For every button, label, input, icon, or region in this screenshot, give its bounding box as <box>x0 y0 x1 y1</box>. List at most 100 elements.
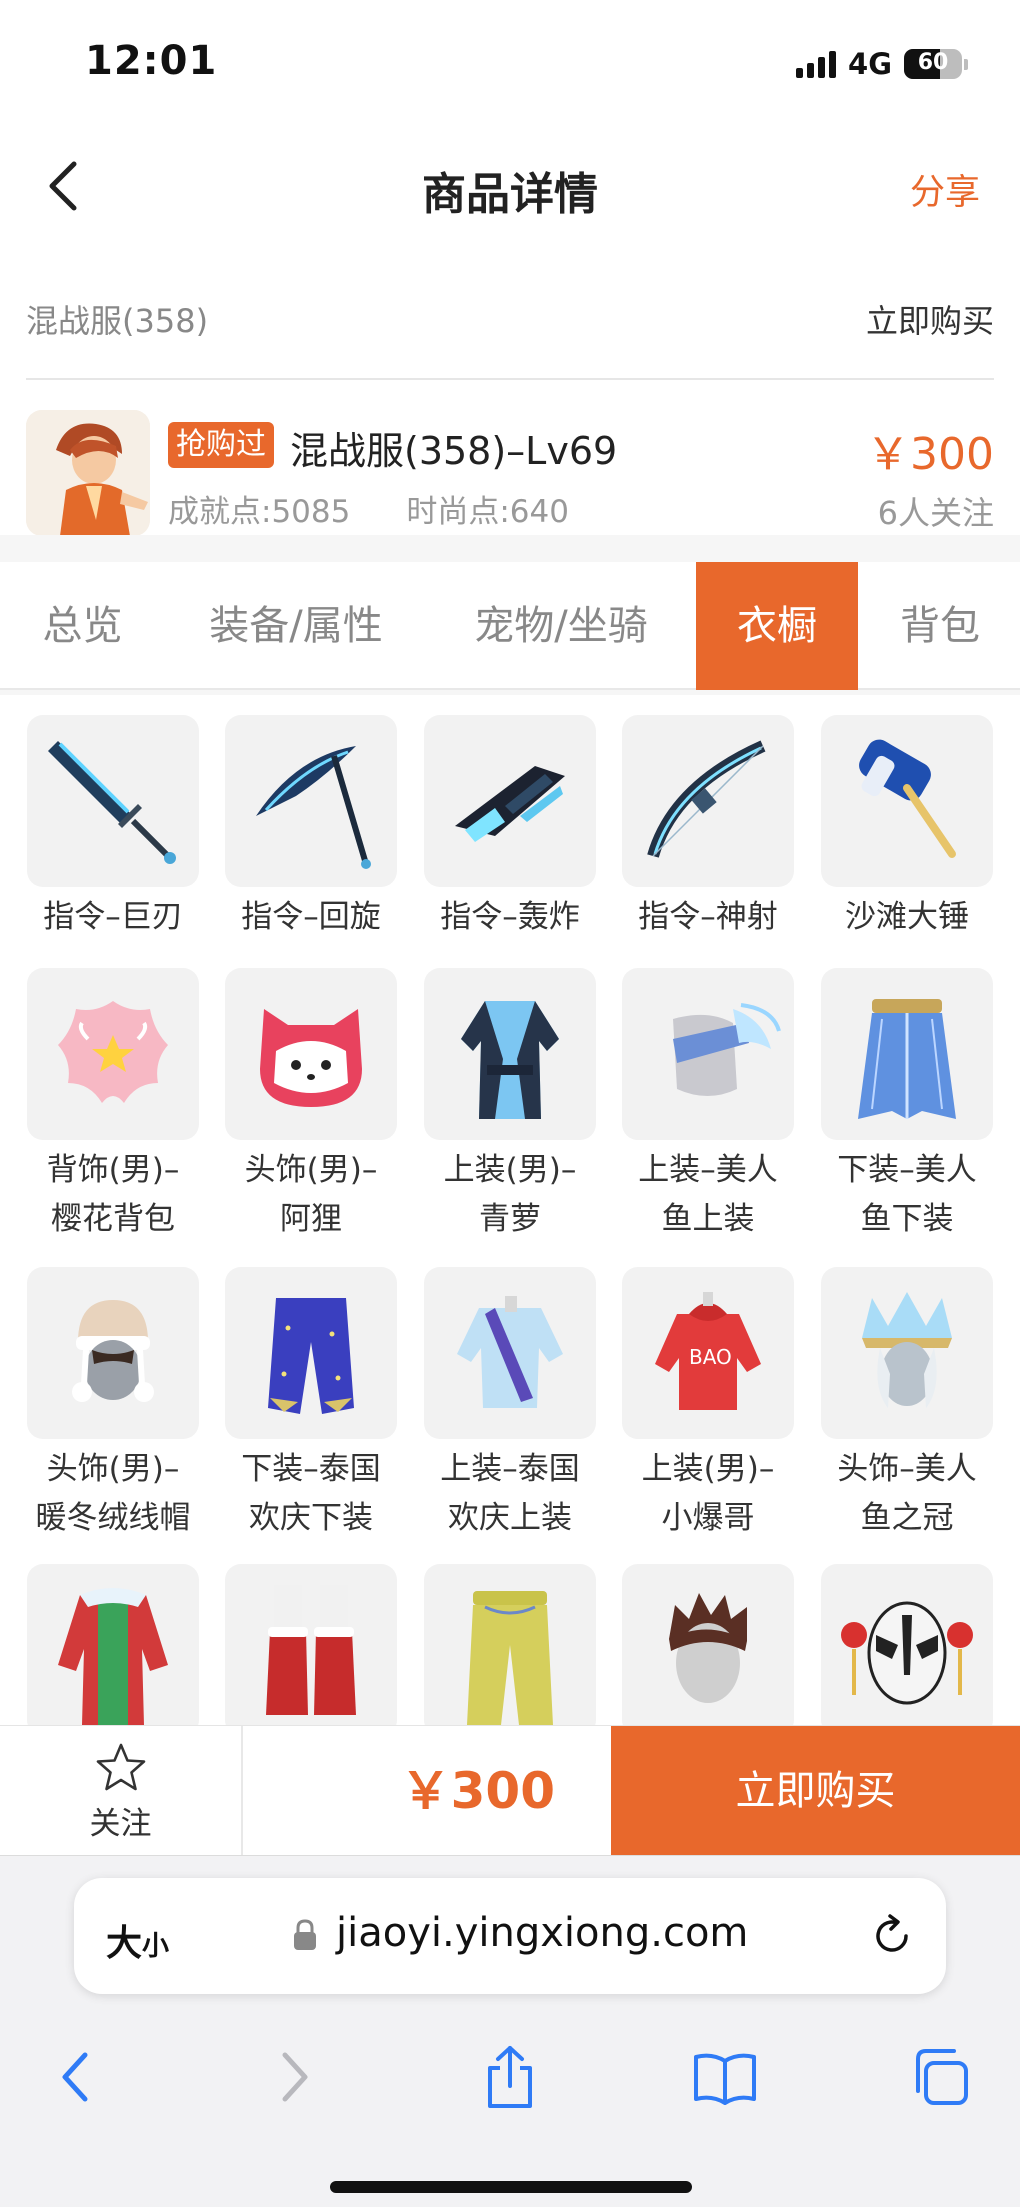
item-label: 沙滩大锤 <box>845 899 969 935</box>
chevron-left-icon <box>62 2052 88 2102</box>
buy-now-button[interactable]: 立即购买 <box>611 1726 1020 1856</box>
mermaid-top-icon <box>673 1003 781 1096</box>
spiky-hair-icon <box>669 1593 747 1703</box>
wardrobe-item[interactable]: 下装–泰国 欢庆下装 <box>225 1267 397 1543</box>
product-name: 混战服(358)–Lv69 <box>290 429 618 473</box>
item-label: 指令–巨刃 <box>43 899 183 935</box>
browser-back-button[interactable] <box>40 2042 110 2112</box>
red-hoodie-icon: BAO <box>655 1292 761 1410</box>
sakura-backpack-icon <box>58 1001 168 1103</box>
star-icon <box>96 1743 146 1791</box>
bottom-price: ￥300 <box>400 1762 555 1820</box>
status-bar: 12:01 4G 60 <box>0 0 1020 130</box>
product-summary: 抢购过 混战服(358)–Lv69 成就点:5085 时尚点:640 ￥300 6… <box>0 400 1020 550</box>
wardrobe-item[interactable]: 头饰(男)– 阿狸 <box>225 968 397 1244</box>
item-label: 下装–泰国 欢庆下装 <box>241 1451 381 1536</box>
wardrobe-item[interactable]: 指令–回旋 <box>225 715 397 942</box>
item-label: 头饰(男)– 暖冬绒线帽 <box>35 1451 191 1536</box>
wardrobe-item[interactable]: 上装–美人 鱼上装 <box>622 968 794 1244</box>
book-icon <box>694 2053 756 2105</box>
buy-now-link[interactable]: 立即购买 <box>866 296 994 342</box>
item-label: 背饰(男)– 樱花背包 <box>46 1152 180 1237</box>
wardrobe-item[interactable] <box>622 1564 794 1725</box>
yellow-pants-icon <box>467 1591 553 1725</box>
hammer-icon <box>859 739 956 858</box>
item-label: 上装–美人 鱼上装 <box>638 1152 778 1237</box>
ali-fox-head-icon <box>260 1009 362 1107</box>
battery-cap <box>964 58 968 70</box>
lock-icon <box>294 1919 316 1950</box>
browser-forward-button[interactable] <box>260 2042 330 2112</box>
page-title: 商品详情 <box>422 169 598 220</box>
tab-overview[interactable]: 总览 <box>0 562 165 690</box>
scythe-icon <box>256 746 371 869</box>
home-indicator <box>330 2181 692 2193</box>
network-label: 4G <box>848 47 892 81</box>
knit-hat-icon <box>72 1300 154 1402</box>
browser-chrome: 大小 jiaoyi.yingxiong.com <box>0 1855 1020 2207</box>
status-indicators: 4G 60 <box>796 44 968 84</box>
character-avatar <box>26 410 150 536</box>
item-label: 指令–神射 <box>638 899 778 935</box>
wardrobe-item[interactable]: 指令–巨刃 <box>27 715 199 942</box>
nav-header: 商品详情 分享 <box>0 140 1020 230</box>
address-bar[interactable]: 大小 jiaoyi.yingxiong.com <box>74 1878 946 1994</box>
wardrobe-item[interactable]: 背饰(男)– 樱花背包 <box>27 968 199 1244</box>
server-bar: 混战服(358) 立即购买 <box>26 290 994 380</box>
wardrobe-item[interactable]: BAO 上装(男)– 小爆哥 <box>622 1267 794 1543</box>
url-text: jiaoyi.yingxiong.com <box>336 1910 749 1956</box>
browser-toolbar <box>0 2026 1020 2126</box>
flash-sale-badge: 抢购过 <box>168 422 274 468</box>
blue-robe-icon <box>461 1001 559 1119</box>
battery-level: 60 <box>917 50 949 75</box>
tab-backpack[interactable]: 背包 <box>870 562 1010 690</box>
wardrobe-item[interactable]: 指令–神射 <box>622 715 794 942</box>
chevron-right-icon <box>282 2052 308 2102</box>
wardrobe-item[interactable] <box>225 1564 397 1725</box>
item-label: 上装–泰国 欢庆上装 <box>440 1451 580 1536</box>
signal-icon <box>796 50 837 78</box>
item-label: 头饰(男)– 阿狸 <box>244 1152 378 1237</box>
wardrobe-item[interactable]: 头饰(男)– 暖冬绒线帽 <box>27 1267 199 1543</box>
wardrobe-item[interactable]: 下装–美人 鱼下装 <box>821 968 993 1244</box>
wardrobe-item[interactable]: 上装(男)– 青萝 <box>424 968 596 1244</box>
tabs-icon <box>916 2049 968 2105</box>
wardrobe-grid: 指令–巨刃 指令–回旋 指令–轰炸 指令–神射 沙滩大锤 背饰(男)–樱花背包 <box>0 715 1020 1725</box>
tab-pets-mounts[interactable]: 宠物/坐骑 <box>445 562 677 690</box>
tab-wardrobe[interactable]: 衣橱 <box>696 562 858 690</box>
status-time: 12:01 <box>85 38 218 84</box>
product-price: ￥300 <box>866 429 994 480</box>
share-sheet-button[interactable] <box>475 2042 545 2112</box>
thai-top-icon <box>457 1296 563 1408</box>
tab-bar: 总览 装备/属性 宠物/坐骑 衣橱 背包 <box>0 562 1020 690</box>
tabs-button[interactable] <box>905 2042 975 2112</box>
svg-text:BAO: BAO <box>689 1345 732 1369</box>
thai-pants-icon <box>268 1298 354 1414</box>
text-size-button[interactable]: 大小 <box>106 1914 169 1966</box>
action-bar: 关注 ￥300 立即购买 <box>0 1725 1020 1856</box>
wardrobe-item[interactable]: 上装–泰国 欢庆上装 <box>424 1267 596 1543</box>
server-name: 混战服(358) <box>26 302 209 340</box>
item-label: 下装–美人 鱼下装 <box>837 1152 977 1237</box>
wardrobe-item[interactable] <box>424 1564 596 1725</box>
wardrobe-item[interactable]: 指令–轰炸 <box>424 715 596 942</box>
bookmarks-button[interactable] <box>690 2042 760 2112</box>
follow-button[interactable]: 关注 <box>0 1726 243 1856</box>
wardrobe-item[interactable]: 沙滩大锤 <box>821 715 993 942</box>
product-points: 成就点:5085 时尚点:640 <box>168 486 569 531</box>
item-label: 头饰–美人 鱼之冠 <box>837 1451 977 1536</box>
christmas-coat-icon <box>58 1588 168 1725</box>
wardrobe-item[interactable] <box>821 1564 993 1725</box>
item-label: 指令–轰炸 <box>440 899 580 935</box>
reload-icon[interactable] <box>868 1912 916 1960</box>
share-button[interactable]: 分享 <box>910 164 980 215</box>
mermaid-skirt-icon <box>858 999 956 1119</box>
item-label: 上装(男)– 小爆哥 <box>641 1451 775 1536</box>
tab-equipment[interactable]: 装备/属性 <box>180 562 412 690</box>
mermaid-crown-icon <box>862 1292 952 1408</box>
follow-label: 关注 <box>89 1806 152 1842</box>
wardrobe-item[interactable] <box>27 1564 199 1725</box>
wardrobe-item[interactable]: 头饰–美人 鱼之冠 <box>821 1267 993 1543</box>
greatsword-icon <box>48 741 176 864</box>
red-boots-icon <box>266 1585 356 1715</box>
